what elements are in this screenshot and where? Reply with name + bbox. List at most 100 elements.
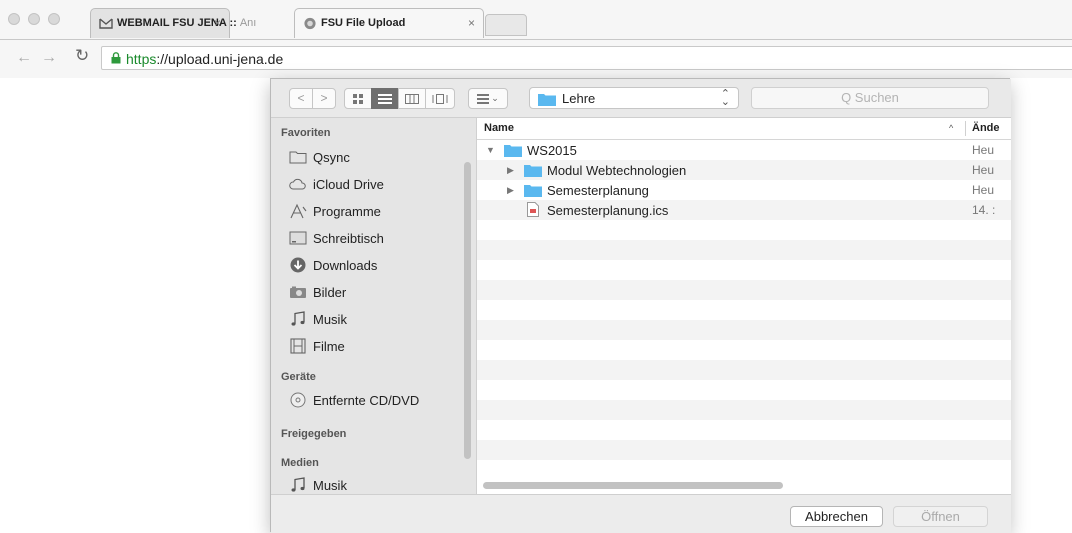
- file-date: Heu: [972, 163, 995, 177]
- minimize-window-button[interactable]: [28, 13, 40, 25]
- columns-icon: [405, 94, 419, 104]
- new-tab-button[interactable]: [485, 14, 527, 36]
- sidebar-item-label: Downloads: [313, 258, 378, 273]
- close-window-button[interactable]: [8, 13, 20, 25]
- tab-title-truncated: Anı: [239, 17, 257, 29]
- sidebar-item-label: Musik: [313, 312, 347, 327]
- file-list-header: Name ^ Ände: [477, 118, 1011, 140]
- music-note-icon: [291, 477, 305, 492]
- file-row-semesterplanung-ics[interactable]: Semesterplanung.ics 14. :: [477, 200, 1011, 220]
- column-header-date[interactable]: Ände: [972, 122, 1000, 134]
- browser-tab-bar: WEBMAIL FSU JENA :: Anı × FSU File Uploa…: [0, 0, 1072, 40]
- sidebar-item-label: Schreibtisch: [313, 231, 384, 246]
- grid-icon: [353, 94, 363, 104]
- close-tab-icon[interactable]: ×: [468, 16, 475, 30]
- empty-row: [477, 360, 1011, 380]
- sidebar-header-freigegeben: Freigegeben: [281, 428, 347, 440]
- cancel-button[interactable]: Abbrechen: [790, 506, 883, 527]
- desktop-icon: [289, 231, 307, 245]
- folder-icon: [504, 145, 522, 157]
- empty-row: [477, 340, 1011, 360]
- folder-icon: [538, 94, 556, 106]
- icon-view-button[interactable]: [344, 88, 372, 109]
- applications-icon: [290, 203, 307, 219]
- film-icon: [290, 338, 306, 354]
- disclosure-collapsed-icon[interactable]: ▶: [507, 185, 514, 196]
- empty-row: [477, 420, 1011, 440]
- back-button[interactable]: <: [289, 88, 313, 109]
- file-list-horizontal-scrollbar[interactable]: [483, 482, 783, 489]
- reload-icon[interactable]: ↻: [75, 46, 89, 66]
- file-list: Name ^ Ände ▼ WS2015 Heu ▶ Modul Webtech…: [476, 118, 1011, 494]
- file-date: Heu: [972, 143, 995, 157]
- sidebar-header-medien: Medien: [281, 457, 319, 469]
- search-field[interactable]: Q Suchen: [751, 87, 989, 109]
- fsu-favicon-icon: [304, 17, 316, 30]
- close-tab-icon[interactable]: ×: [214, 16, 221, 30]
- folder-icon: [289, 151, 307, 164]
- sidebar-item-label: iCloud Drive: [313, 177, 384, 192]
- url-scheme: https: [126, 51, 157, 67]
- file-name: WS2015: [527, 143, 577, 158]
- disclosure-expanded-icon[interactable]: ▼: [486, 145, 495, 155]
- folder-icon: [524, 185, 542, 197]
- cloud-icon: [289, 178, 306, 190]
- arrange-button[interactable]: ⌄: [468, 88, 508, 109]
- calendar-file-icon: [527, 202, 539, 217]
- disclosure-collapsed-icon[interactable]: ▶: [507, 165, 514, 176]
- file-name: Semesterplanung: [547, 183, 649, 198]
- open-button[interactable]: Öffnen: [893, 506, 988, 527]
- sort-ascending-icon[interactable]: ^: [949, 123, 953, 133]
- file-name: Semesterplanung.ics: [547, 203, 669, 218]
- forward-arrow-icon[interactable]: →: [41, 49, 57, 67]
- back-arrow-icon[interactable]: ←: [16, 49, 32, 67]
- empty-row: [477, 320, 1011, 340]
- file-name: Modul Webtechnologien: [547, 163, 687, 178]
- chevron-down-icon: ⌄: [491, 93, 499, 103]
- file-row-semesterplanung[interactable]: ▶ Semesterplanung Heu: [477, 180, 1011, 200]
- sidebar-item-label: Qsync: [313, 150, 350, 165]
- file-date: 14. :: [972, 203, 996, 217]
- cover-flow-icon: [432, 94, 448, 104]
- cover-flow-button[interactable]: [425, 88, 455, 109]
- sidebar: Favoriten Qsync iCloud Drive Programme S…: [271, 118, 476, 494]
- empty-row: [477, 260, 1011, 280]
- empty-row: [477, 220, 1011, 240]
- zoom-window-button[interactable]: [48, 13, 60, 25]
- empty-row: [477, 400, 1011, 420]
- column-separator: [965, 121, 966, 136]
- list-icon: [378, 94, 392, 104]
- column-view-button[interactable]: [398, 88, 426, 109]
- file-row-modul-webtechnologien[interactable]: ▶ Modul Webtechnologien Heu: [477, 160, 1011, 180]
- empty-row: [477, 280, 1011, 300]
- file-date: Heu: [972, 183, 995, 197]
- tab-title: FSU File Upload: [321, 17, 406, 29]
- list-view-button[interactable]: [371, 88, 399, 109]
- chevron-updown-icon: ⌃ ⌄: [720, 88, 730, 108]
- webmail-favicon-icon: [99, 18, 113, 29]
- forward-button[interactable]: >: [312, 88, 336, 109]
- music-note-icon: [291, 311, 305, 326]
- url-field[interactable]: https://upload.uni-jena.de: [101, 46, 1072, 70]
- empty-row: [477, 440, 1011, 460]
- folder-icon: [524, 165, 542, 177]
- dialog-toolbar: < > ⌄ Lehre ⌃ ⌄ Q Suchen: [271, 79, 1011, 118]
- empty-row: [477, 460, 1011, 480]
- sidebar-item-label: Filme: [313, 339, 345, 354]
- empty-row: [477, 240, 1011, 260]
- sidebar-item-label: Musik: [313, 478, 347, 493]
- camera-icon: [290, 286, 306, 298]
- download-icon: [290, 257, 306, 273]
- browser-tab-fsu-upload[interactable]: FSU File Upload ×: [294, 8, 484, 38]
- sidebar-item-label: Bilder: [313, 285, 347, 300]
- sidebar-scrollbar[interactable]: [464, 162, 471, 459]
- location-select[interactable]: Lehre ⌃ ⌄: [529, 87, 739, 109]
- empty-row: [477, 300, 1011, 320]
- file-open-dialog: < > ⌄ Lehre ⌃⌄ Q Suchen Favoriten Qsync: [270, 78, 1011, 533]
- column-header-name[interactable]: Name: [484, 122, 514, 134]
- url-host: ://upload.uni-jena.de: [156, 51, 284, 67]
- lock-icon: [111, 52, 121, 64]
- browser-tab-webmail[interactable]: WEBMAIL FSU JENA :: Anı ×: [90, 8, 256, 38]
- file-row-ws2015[interactable]: ▼ WS2015 Heu: [477, 140, 1011, 160]
- dialog-footer: Abbrechen Öffnen: [271, 494, 1011, 533]
